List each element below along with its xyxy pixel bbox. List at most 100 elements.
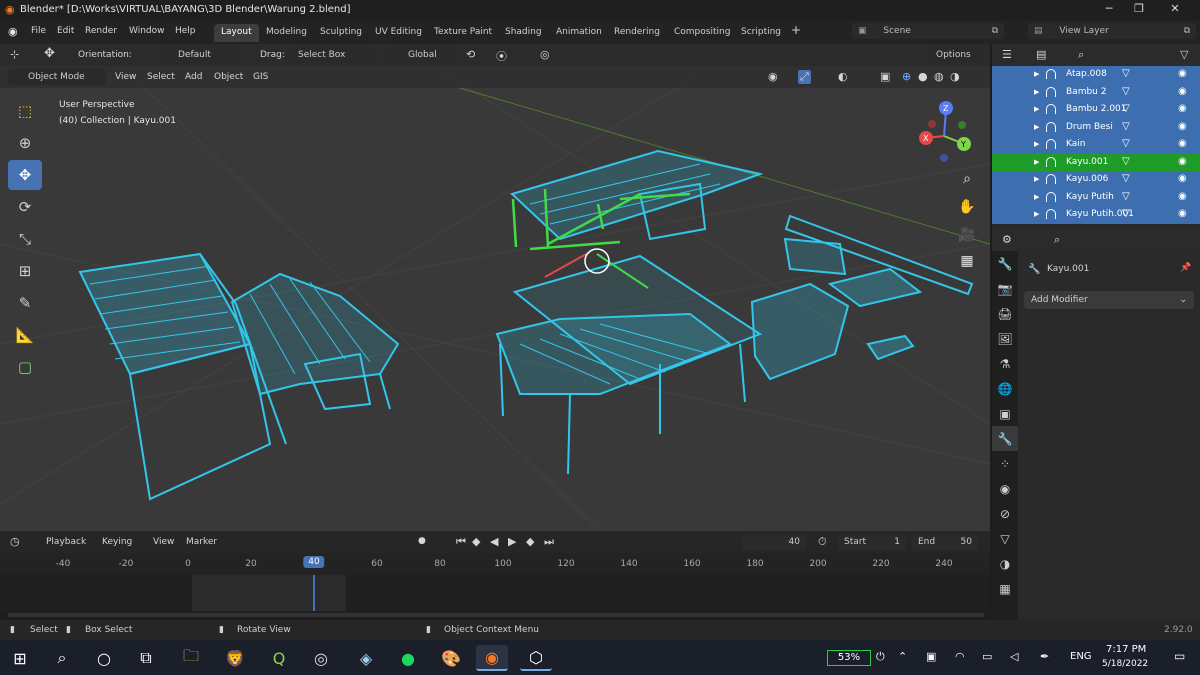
navigation-gizmo[interactable]: X Y Z (906, 98, 982, 174)
clock-icon[interactable]: ◷ (10, 535, 20, 548)
add-modifier-button[interactable]: Add Modifier ⌄ (1024, 291, 1194, 309)
outliner-row[interactable]: ▶ Kayu.001 ▽ ◉ (992, 153, 1200, 171)
expand-arrow-icon[interactable]: ▶ (1034, 193, 1039, 201)
jump-start-icon[interactable]: ⏮ (456, 535, 466, 549)
outliner-row[interactable]: ▶ Kain ▽ ◉ (992, 136, 1200, 154)
start-frame-field[interactable]: Start 1 (838, 534, 906, 550)
volume-icon[interactable]: ◁ (1010, 650, 1018, 663)
file-explorer-icon[interactable]: 🗀 (175, 645, 207, 671)
eye-icon[interactable]: ◉ (1178, 103, 1187, 114)
render-tab-icon[interactable]: 📷 (992, 276, 1018, 301)
pen-icon[interactable]: ✒ (1040, 650, 1049, 663)
outliner-row[interactable]: ▶ Kayu Putih ▽ ◉ (992, 188, 1200, 206)
particles-tab-icon[interactable]: ⁘ (992, 451, 1018, 476)
menu-playback[interactable]: Playback (46, 537, 86, 547)
xray-icon[interactable]: ▣ (880, 70, 890, 83)
material-tab-icon[interactable]: ◑ (992, 551, 1018, 576)
outliner-row[interactable]: ▶ Drum Besi ▽ ◉ (992, 118, 1200, 136)
eye-icon[interactable]: ◉ (1178, 68, 1187, 79)
eye-icon[interactable]: ◉ (1178, 173, 1187, 184)
eye-icon[interactable]: ◉ (1178, 121, 1187, 132)
expand-arrow-icon[interactable]: ▶ (1034, 70, 1039, 78)
outliner-editor-icon[interactable]: ☰ (1002, 48, 1012, 61)
notification-icon[interactable]: ▭ (1174, 649, 1185, 663)
orientation-dropdown[interactable]: Default (158, 47, 242, 63)
menu-render[interactable]: Render (85, 26, 117, 36)
drag-dropdown[interactable]: Select Box (292, 47, 372, 63)
qgis-icon[interactable]: Q (263, 645, 295, 671)
move-icon[interactable]: ✥ (8, 160, 42, 190)
menu-edit[interactable]: Edit (57, 26, 74, 36)
menu-object[interactable]: Object (214, 72, 243, 82)
tab-uv-editing[interactable]: UV Editing (368, 24, 429, 42)
constraints-tab-icon[interactable]: ⊘ (992, 501, 1018, 526)
filter-icon[interactable]: ▽ (1180, 48, 1188, 61)
transform-icon[interactable]: ⊞ (8, 256, 42, 286)
next-keyframe-icon[interactable]: ◆ (526, 535, 534, 548)
eye-icon[interactable]: ◉ (1178, 191, 1187, 202)
measure-icon[interactable]: 📐 (8, 320, 42, 350)
menu-add[interactable]: Add (185, 72, 202, 82)
eye-icon[interactable]: ◉ (1178, 138, 1187, 149)
network-icon[interactable]: ▭ (982, 650, 992, 663)
camera-icon[interactable]: 🎥 (956, 224, 978, 246)
copy-view-layer-icon[interactable]: ⧉ (1184, 26, 1190, 36)
select-box-icon[interactable]: ⬚ (8, 96, 42, 126)
outliner-row[interactable]: ▶ Bambu 2.001 ▽ ◉ (992, 101, 1200, 119)
maximize-button[interactable]: ❐ (1124, 2, 1154, 18)
end-frame-field[interactable]: End 50 (912, 534, 978, 550)
scene-selector[interactable]: ▣ Scene ⧉ (852, 23, 1004, 39)
3d-viewport[interactable]: ⊹ ✥ Orientation: Default Drag: Select Bo… (0, 44, 990, 531)
eye-icon[interactable]: ◉ (1178, 86, 1187, 97)
copy-scene-icon[interactable]: ⧉ (992, 26, 998, 36)
ortho-grid-icon[interactable]: ▦ (956, 250, 978, 272)
rendered-shading-icon[interactable]: ◑ (950, 70, 960, 83)
gizmo-toggle-icon[interactable]: ⤢ (798, 70, 811, 84)
tab-modeling[interactable]: Modeling (259, 24, 314, 42)
mode-dropdown[interactable]: Object Mode (8, 69, 106, 85)
current-frame-field[interactable]: 40 (742, 534, 806, 550)
expand-arrow-icon[interactable]: ▶ (1034, 175, 1039, 183)
outliner-row[interactable]: ▶ Kayu.006 ▽ ◉ (992, 171, 1200, 189)
search-icon[interactable]: ⌕ (1078, 48, 1084, 62)
menu-window[interactable]: Window (129, 26, 165, 36)
tab-texture-paint[interactable]: Texture Paint (427, 24, 499, 42)
play-reverse-icon[interactable]: ◀ (490, 535, 498, 548)
chevron-up-icon[interactable]: ⌃ (898, 650, 907, 663)
zoom-icon[interactable]: ⌕ (956, 168, 978, 190)
menu-select[interactable]: Select (147, 72, 175, 82)
tab-rendering[interactable]: Rendering (607, 24, 667, 42)
tab-animation[interactable]: Animation (549, 24, 609, 42)
menu-keying[interactable]: Keying (102, 537, 132, 547)
object-tab-icon[interactable]: ▣ (992, 401, 1018, 426)
proportional-edit-icon[interactable]: ◎ (540, 48, 550, 61)
record-icon[interactable]: ● (418, 536, 426, 546)
properties-search-icon[interactable]: ⌕ (1054, 233, 1060, 247)
physics-tab-icon[interactable]: ◉ (992, 476, 1018, 501)
world-tab-icon[interactable]: 🌐 (992, 376, 1018, 401)
pivot-icon[interactable]: ⟲ (466, 48, 475, 61)
camera-tray-icon[interactable]: ▣ (926, 650, 936, 663)
tool-tab-icon[interactable]: 🔧 (992, 251, 1018, 276)
play-icon[interactable]: ▶ (508, 535, 516, 548)
pin-icon[interactable]: 📌 (1180, 263, 1191, 273)
cursor-icon[interactable]: ⊕ (8, 128, 42, 158)
timeline-track-area[interactable] (0, 575, 990, 617)
wireframe-shading-icon[interactable]: ⊕ (902, 70, 911, 83)
snap-icon[interactable]: ⦿ (496, 48, 507, 64)
expand-arrow-icon[interactable]: ▶ (1034, 88, 1039, 96)
menu-view[interactable]: View (115, 72, 136, 82)
windows-start-icon[interactable]: ⊞ (4, 645, 36, 671)
menu-help[interactable]: Help (175, 26, 196, 36)
blender-menu-icon[interactable]: ◉ (8, 25, 18, 38)
menu-marker[interactable]: Marker (186, 537, 217, 547)
tab-layout[interactable]: Layout (214, 24, 259, 42)
spotify-icon[interactable]: ● (392, 645, 424, 671)
add-workspace-button[interactable]: + (791, 23, 801, 37)
clock-time[interactable]: 7:17 PM (1106, 644, 1146, 655)
expand-arrow-icon[interactable]: ▶ (1034, 158, 1039, 166)
outliner-row[interactable]: ▶ Kayu Putih.001 ▽ ◉ (992, 206, 1200, 224)
clock-date[interactable]: 5/18/2022 (1102, 659, 1148, 669)
outliner-row[interactable]: ▶ Atap.008 ▽ ◉ (992, 66, 1200, 84)
language-indicator[interactable]: ENG (1070, 651, 1092, 662)
